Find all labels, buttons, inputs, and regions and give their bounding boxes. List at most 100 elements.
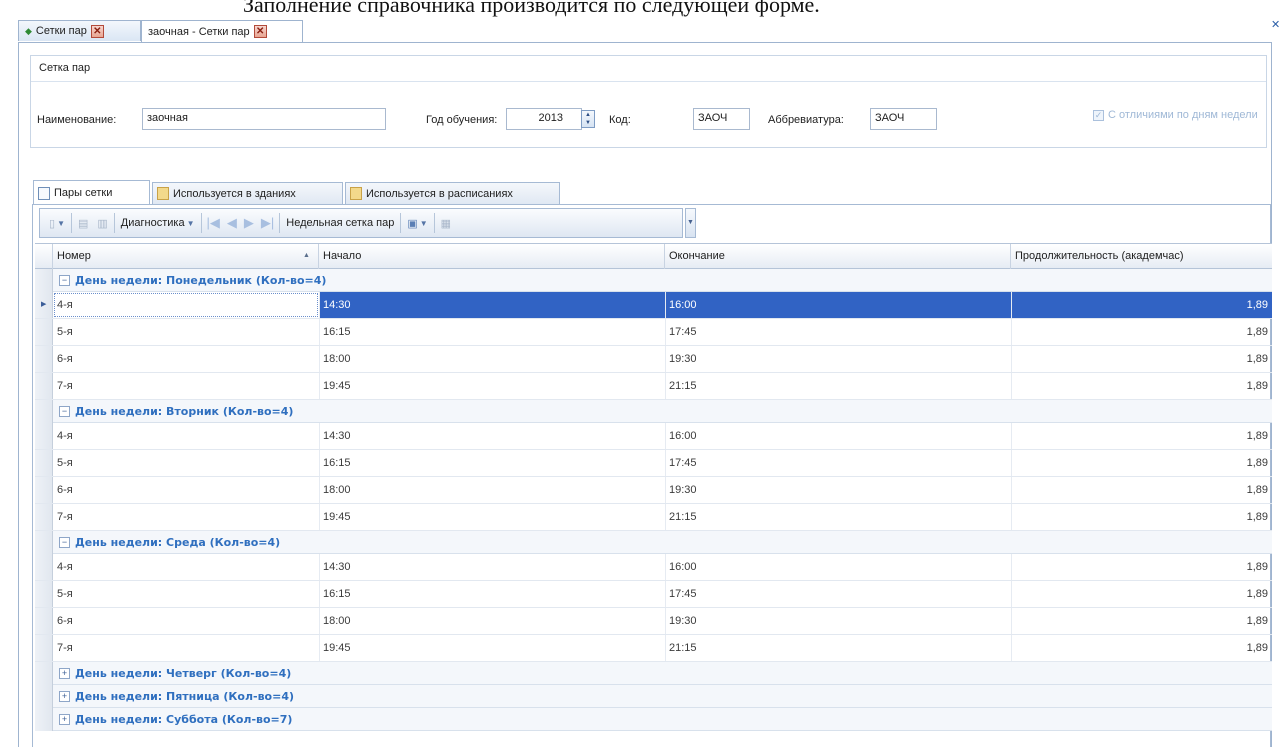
table-row[interactable]: 5-я 16:15 17:45 1,89	[35, 450, 1272, 477]
cell-dur[interactable]: 1,89	[1011, 504, 1272, 530]
name-field[interactable]: заочная	[142, 108, 386, 130]
collapse-icon[interactable]: −	[59, 406, 70, 417]
cell-end[interactable]: 21:15	[665, 635, 1011, 661]
cell-num[interactable]: 6-я	[53, 346, 319, 372]
column-header-end[interactable]: Окончание	[665, 244, 1011, 269]
cell-num[interactable]: 6-я	[53, 477, 319, 503]
cell-start[interactable]: 18:00	[319, 608, 665, 634]
cell-dur[interactable]: 1,89	[1011, 581, 1272, 607]
cell-end[interactable]: 16:00	[665, 423, 1011, 449]
cell-end[interactable]: 19:30	[665, 477, 1011, 503]
cell-end[interactable]: 17:45	[665, 581, 1011, 607]
table-row[interactable]: 7-я 19:45 21:15 1,89	[35, 373, 1272, 400]
weekday-differences-checkbox[interactable]: ✓ С отличиями по дням недели	[1093, 109, 1258, 121]
table-row[interactable]: 6-я 18:00 19:30 1,89	[35, 477, 1272, 504]
first-record-icon[interactable]: |◀	[205, 215, 222, 231]
cell-start[interactable]: 14:30	[319, 554, 665, 580]
window-close-icon[interactable]: ✕	[1271, 18, 1280, 31]
table-row[interactable]: 4-я 14:30 16:00 1,89	[35, 423, 1272, 450]
cell-start[interactable]: 19:45	[319, 373, 665, 399]
close-icon[interactable]: ✕	[253, 25, 267, 38]
expand-icon[interactable]: +	[59, 714, 70, 725]
cell-dur[interactable]: 1,89	[1011, 477, 1272, 503]
cell-end[interactable]: 19:30	[665, 346, 1011, 372]
cell-num[interactable]: 5-я	[53, 319, 319, 345]
tab-zaochnaya-setki-par[interactable]: заочная - Сетки пар ✕	[141, 20, 303, 42]
cell-end[interactable]: 17:45	[665, 450, 1011, 476]
cell-end[interactable]: 16:00	[665, 292, 1011, 318]
cell-end[interactable]: 21:15	[665, 504, 1011, 530]
column-header-start[interactable]: Начало	[319, 244, 665, 269]
cell-start[interactable]: 16:15	[319, 450, 665, 476]
cell-num[interactable]: 4-я	[53, 292, 319, 318]
tab-used-in-buildings[interactable]: Используется в зданиях	[152, 182, 343, 204]
collapse-icon[interactable]: −	[59, 275, 70, 286]
table-row[interactable]: 5-я 16:15 17:45 1,89	[35, 581, 1272, 608]
group-row[interactable]: − День недели: Понедельник (Кол-во=4)	[35, 269, 1272, 292]
cell-start[interactable]: 19:45	[319, 504, 665, 530]
group-row[interactable]: + День недели: Пятница (Кол-во=4)	[35, 685, 1272, 708]
cell-num[interactable]: 7-я	[53, 504, 319, 530]
group-row[interactable]: − День недели: Вторник (Кол-во=4)	[35, 400, 1272, 423]
cell-end[interactable]: 16:00	[665, 554, 1011, 580]
year-spinner[interactable]: ▲ ▼	[581, 110, 595, 128]
diagnostics-button[interactable]: Диагностика ▼	[118, 212, 198, 234]
cell-start[interactable]: 18:00	[319, 477, 665, 503]
cell-start[interactable]: 14:30	[319, 292, 665, 318]
cell-dur[interactable]: 1,89	[1011, 635, 1272, 661]
cell-start[interactable]: 19:45	[319, 635, 665, 661]
table-row[interactable]: 6-я 18:00 19:30 1,89	[35, 608, 1272, 635]
column-header-duration[interactable]: Продолжительность (академчас)	[1011, 244, 1272, 269]
cell-dur[interactable]: 1,89	[1011, 450, 1272, 476]
cell-num[interactable]: 4-я	[53, 554, 319, 580]
group-row[interactable]: + День недели: Суббота (Кол-во=7)	[35, 708, 1272, 731]
cell-num[interactable]: 6-я	[53, 608, 319, 634]
cell-start[interactable]: 18:00	[319, 346, 665, 372]
cell-dur[interactable]: 1,89	[1011, 292, 1272, 318]
toolbar-overflow-icon[interactable]: ▼	[685, 208, 696, 238]
group-row[interactable]: + День недели: Четверг (Кол-во=4)	[35, 662, 1272, 685]
cell-dur[interactable]: 1,89	[1011, 423, 1272, 449]
cell-end[interactable]: 17:45	[665, 319, 1011, 345]
expand-icon[interactable]: +	[59, 668, 70, 679]
table-row[interactable]: 7-я 19:45 21:15 1,89	[35, 504, 1272, 531]
print-button[interactable]: ▦	[438, 212, 454, 234]
close-icon[interactable]: ✕	[90, 24, 104, 38]
spin-down-icon[interactable]: ▼	[582, 119, 594, 127]
table-row[interactable]: 6-я 18:00 19:30 1,89	[35, 346, 1272, 373]
prev-record-icon[interactable]: ◀	[225, 215, 239, 231]
delete-button[interactable]: ▤	[75, 212, 91, 234]
expand-icon[interactable]: +	[59, 691, 70, 702]
weekly-grid-button[interactable]: Недельная сетка пар	[283, 212, 397, 234]
abbreviation-field[interactable]: ЗАОЧ	[870, 108, 937, 130]
cell-start[interactable]: 16:15	[319, 581, 665, 607]
spin-up-icon[interactable]: ▲	[582, 111, 594, 119]
cell-num[interactable]: 5-я	[53, 450, 319, 476]
collapse-icon[interactable]: −	[59, 537, 70, 548]
year-field[interactable]: 2013	[506, 108, 582, 130]
last-record-icon[interactable]: ▶|	[259, 215, 276, 231]
export-button[interactable]: ▣ ▼	[404, 212, 430, 234]
cell-dur[interactable]: 1,89	[1011, 608, 1272, 634]
new-button[interactable]: ▯ ▼	[46, 212, 68, 234]
cell-dur[interactable]: 1,89	[1011, 373, 1272, 399]
copy-button[interactable]: ▥	[94, 212, 110, 234]
tab-used-in-schedules[interactable]: Используется в расписаниях	[345, 182, 560, 204]
cell-dur[interactable]: 1,89	[1011, 346, 1272, 372]
table-row[interactable]: 5-я 16:15 17:45 1,89	[35, 319, 1272, 346]
cell-num[interactable]: 7-я	[53, 635, 319, 661]
cell-num[interactable]: 5-я	[53, 581, 319, 607]
cell-end[interactable]: 21:15	[665, 373, 1011, 399]
code-field[interactable]: ЗАОЧ	[693, 108, 750, 130]
group-row[interactable]: − День недели: Среда (Кол-во=4)	[35, 531, 1272, 554]
cell-num[interactable]: 4-я	[53, 423, 319, 449]
cell-num[interactable]: 7-я	[53, 373, 319, 399]
next-record-icon[interactable]: ▶	[242, 215, 256, 231]
cell-start[interactable]: 14:30	[319, 423, 665, 449]
table-row[interactable]: 7-я 19:45 21:15 1,89	[35, 635, 1272, 662]
column-header-number[interactable]: Номер	[53, 244, 319, 269]
cell-start[interactable]: 16:15	[319, 319, 665, 345]
cell-dur[interactable]: 1,89	[1011, 554, 1272, 580]
cell-dur[interactable]: 1,89	[1011, 319, 1272, 345]
table-row[interactable]: ▶ 4-я 14:30 16:00 1,89	[35, 292, 1272, 319]
